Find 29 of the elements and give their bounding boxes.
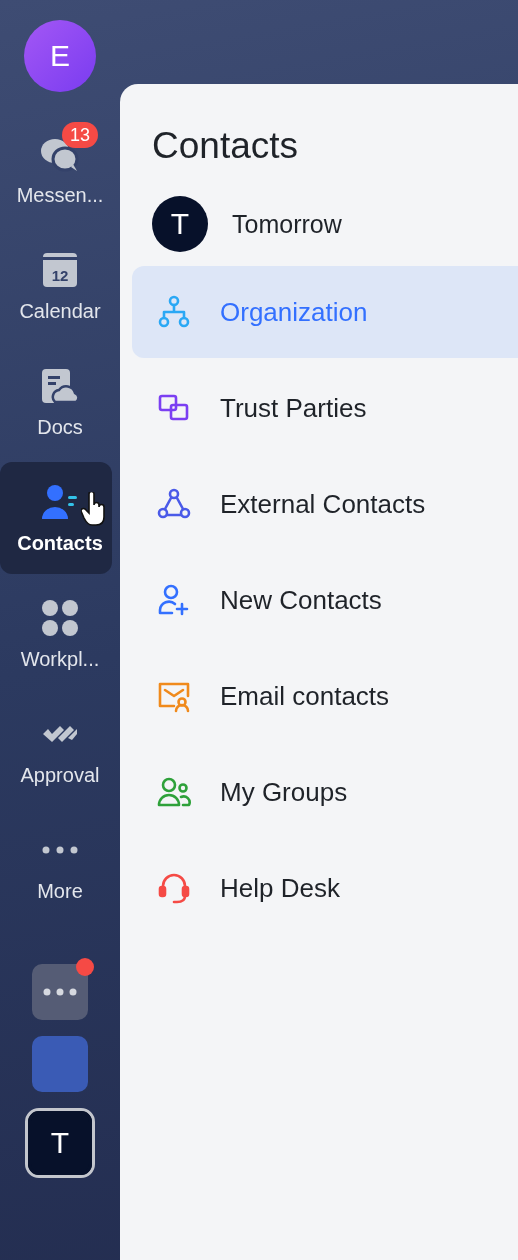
organization-name[interactable]: Tomorrow [232,209,342,239]
menu-item[interactable]: New Contacts [132,554,518,646]
workspace-avatar[interactable]: T [25,1108,95,1178]
user-avatar[interactable]: E [24,20,96,92]
menu-item[interactable]: Trust Parties [132,362,518,454]
grid-icon [42,599,78,636]
menu-item[interactable]: Email contacts [132,650,518,742]
checkmarks-icon [42,723,78,744]
nav-item[interactable]: More [0,810,112,922]
nav-item[interactable]: Workpl... [0,578,112,690]
nav-item[interactable]: Approval [0,694,112,806]
page-title: Contacts [152,124,299,168]
nav-item[interactable]: Docs [0,346,112,458]
unread-badge: 13 [62,121,99,148]
menu-item[interactable]: External Contacts [132,458,518,550]
app-tile[interactable] [32,1036,88,1092]
app-tile[interactable] [32,964,88,1020]
nav-item[interactable]: Contacts [0,462,112,574]
more-icon [43,988,77,996]
hand-cursor-icon [81,491,107,526]
document-cloud-icon [41,367,79,404]
calendar-icon: 12 [42,251,78,288]
organization-avatar: T [152,196,208,252]
contacts-icon [41,483,79,520]
more-icon [42,845,78,854]
menu-item[interactable]: Help Desk [132,842,518,934]
menu-item[interactable]: My Groups [132,746,518,838]
nav-item[interactable]: 13 Messen... [0,114,112,226]
nav-item[interactable]: 12 Calendar [0,230,112,342]
